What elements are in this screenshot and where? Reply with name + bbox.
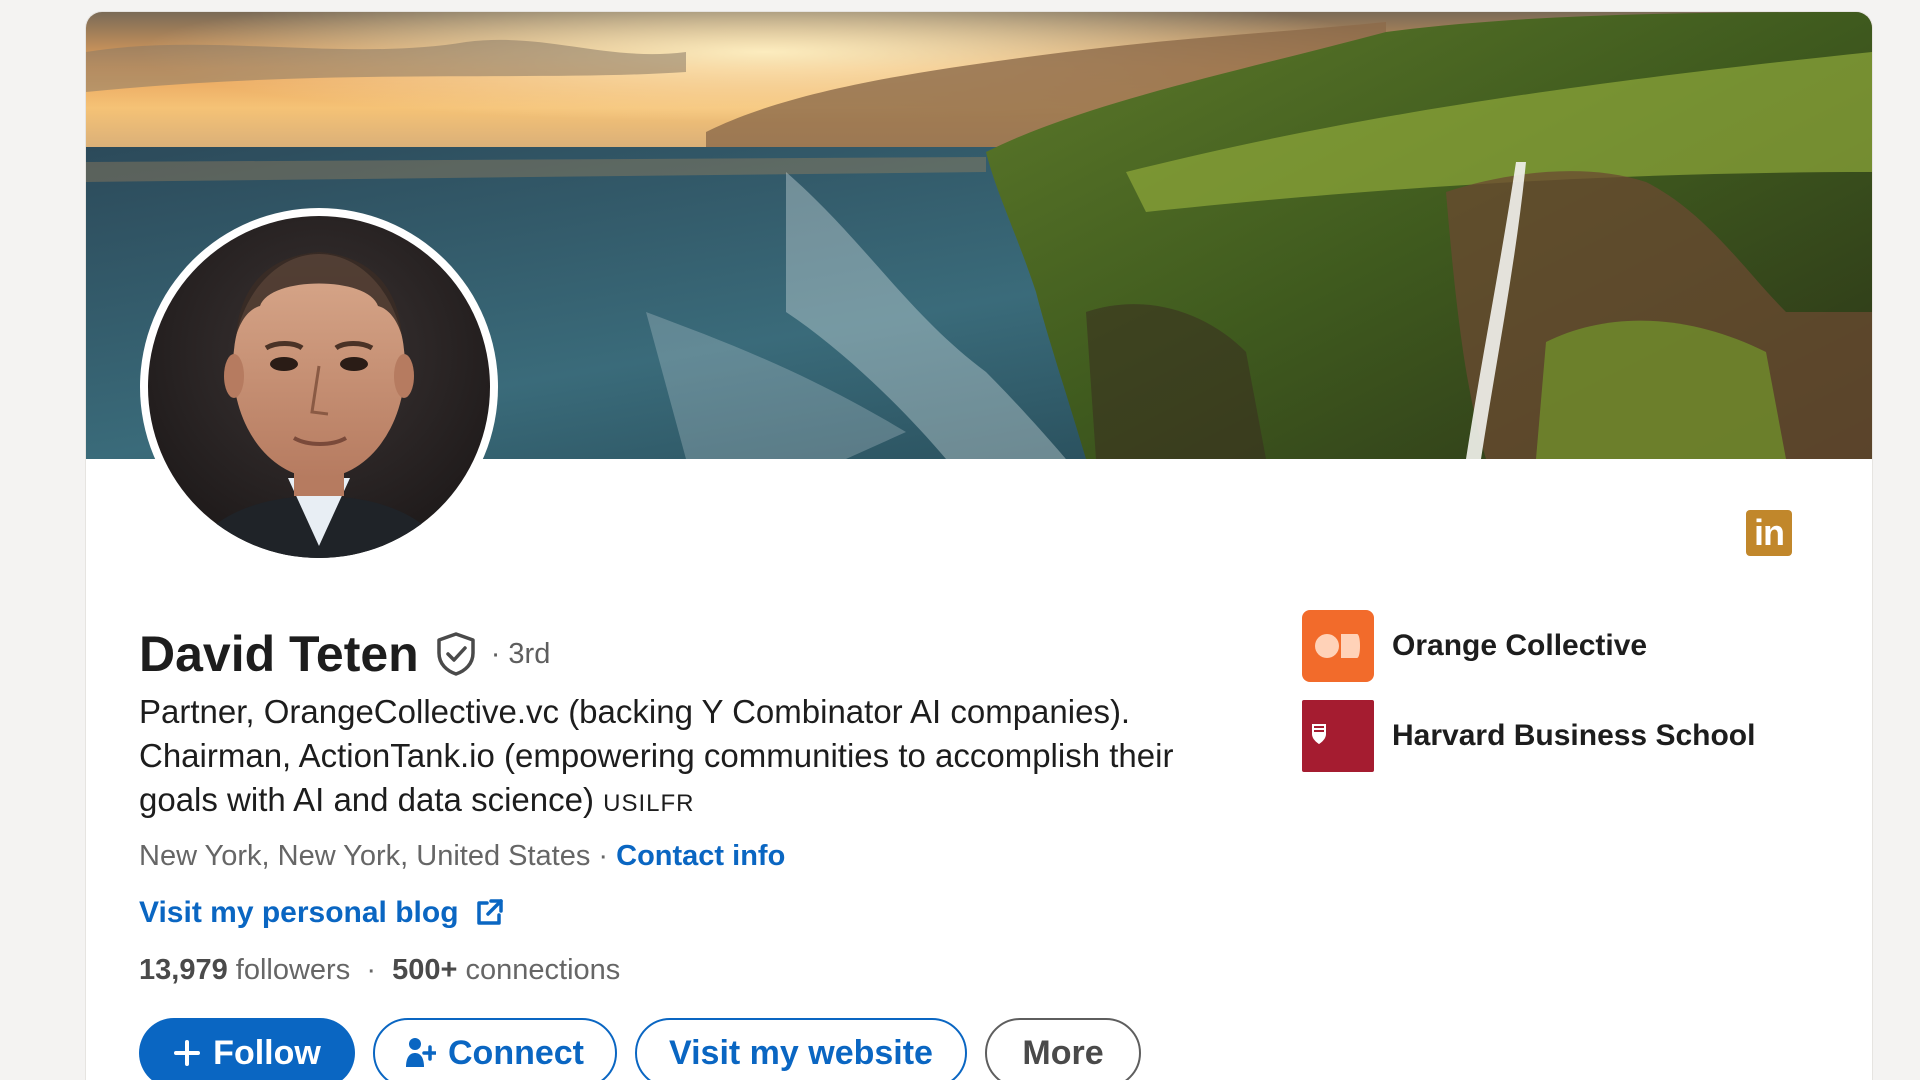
- visit-website-button[interactable]: Visit my website: [635, 1018, 967, 1080]
- verified-shield-icon[interactable]: [435, 631, 477, 677]
- profile-card: in David Teten · 3rd Partner, OrangeColl…: [86, 12, 1872, 1080]
- connection-degree: · 3rd: [490, 637, 551, 670]
- action-buttons: Follow Connect Visit my website More: [139, 1018, 1141, 1080]
- more-button-label: More: [1022, 1033, 1104, 1072]
- followers-count: 13,979: [139, 954, 228, 986]
- location-row: New York, New York, United States · Cont…: [139, 840, 785, 873]
- profile-photo[interactable]: [148, 216, 490, 558]
- profile-photo-frame[interactable]: [140, 208, 498, 566]
- personal-blog-link[interactable]: Visit my personal blog: [139, 896, 459, 930]
- location-separator: ·: [590, 840, 617, 872]
- orange-collective-logo: [1302, 610, 1374, 682]
- follow-button-label: Follow: [213, 1033, 321, 1072]
- contact-info-link[interactable]: Contact info: [616, 840, 785, 873]
- connections-label[interactable]: connections: [466, 954, 621, 986]
- blog-link-row[interactable]: Visit my personal blog: [139, 896, 505, 930]
- external-link-icon[interactable]: [473, 897, 505, 929]
- stats-row: 13,979 followers · 500+ connections: [139, 954, 620, 987]
- connections-count[interactable]: 500+: [392, 954, 457, 986]
- organization-item-harvard-business-school[interactable]: Harvard Business School: [1302, 700, 1755, 772]
- profile-headline: Partner, OrangeCollective.vc (backing Y …: [139, 690, 1239, 826]
- harvard-business-school-logo: [1302, 700, 1374, 772]
- name-row: David Teten · 3rd: [139, 622, 550, 686]
- add-person-icon: [406, 1037, 436, 1069]
- follow-button[interactable]: Follow: [139, 1018, 355, 1080]
- linkedin-premium-icon: in: [1746, 510, 1792, 556]
- followers-label: followers: [235, 954, 351, 986]
- organization-name[interactable]: Orange Collective: [1392, 629, 1647, 663]
- profile-name: David Teten: [139, 626, 419, 682]
- connect-button-label: Connect: [448, 1033, 584, 1072]
- headline-suffix: USILFR: [603, 790, 695, 817]
- connect-button[interactable]: Connect: [373, 1018, 617, 1080]
- plus-icon: [173, 1039, 201, 1067]
- organization-name[interactable]: Harvard Business School: [1392, 719, 1755, 753]
- visit-website-label: Visit my website: [669, 1033, 933, 1072]
- location-text: New York, New York, United States: [139, 840, 591, 872]
- more-button[interactable]: More: [985, 1018, 1141, 1080]
- organizations-list: Orange Collective Harvard Business Schoo…: [1302, 610, 1755, 790]
- organization-item-orange-collective[interactable]: Orange Collective: [1302, 610, 1755, 682]
- stats-separator: ·: [358, 954, 385, 986]
